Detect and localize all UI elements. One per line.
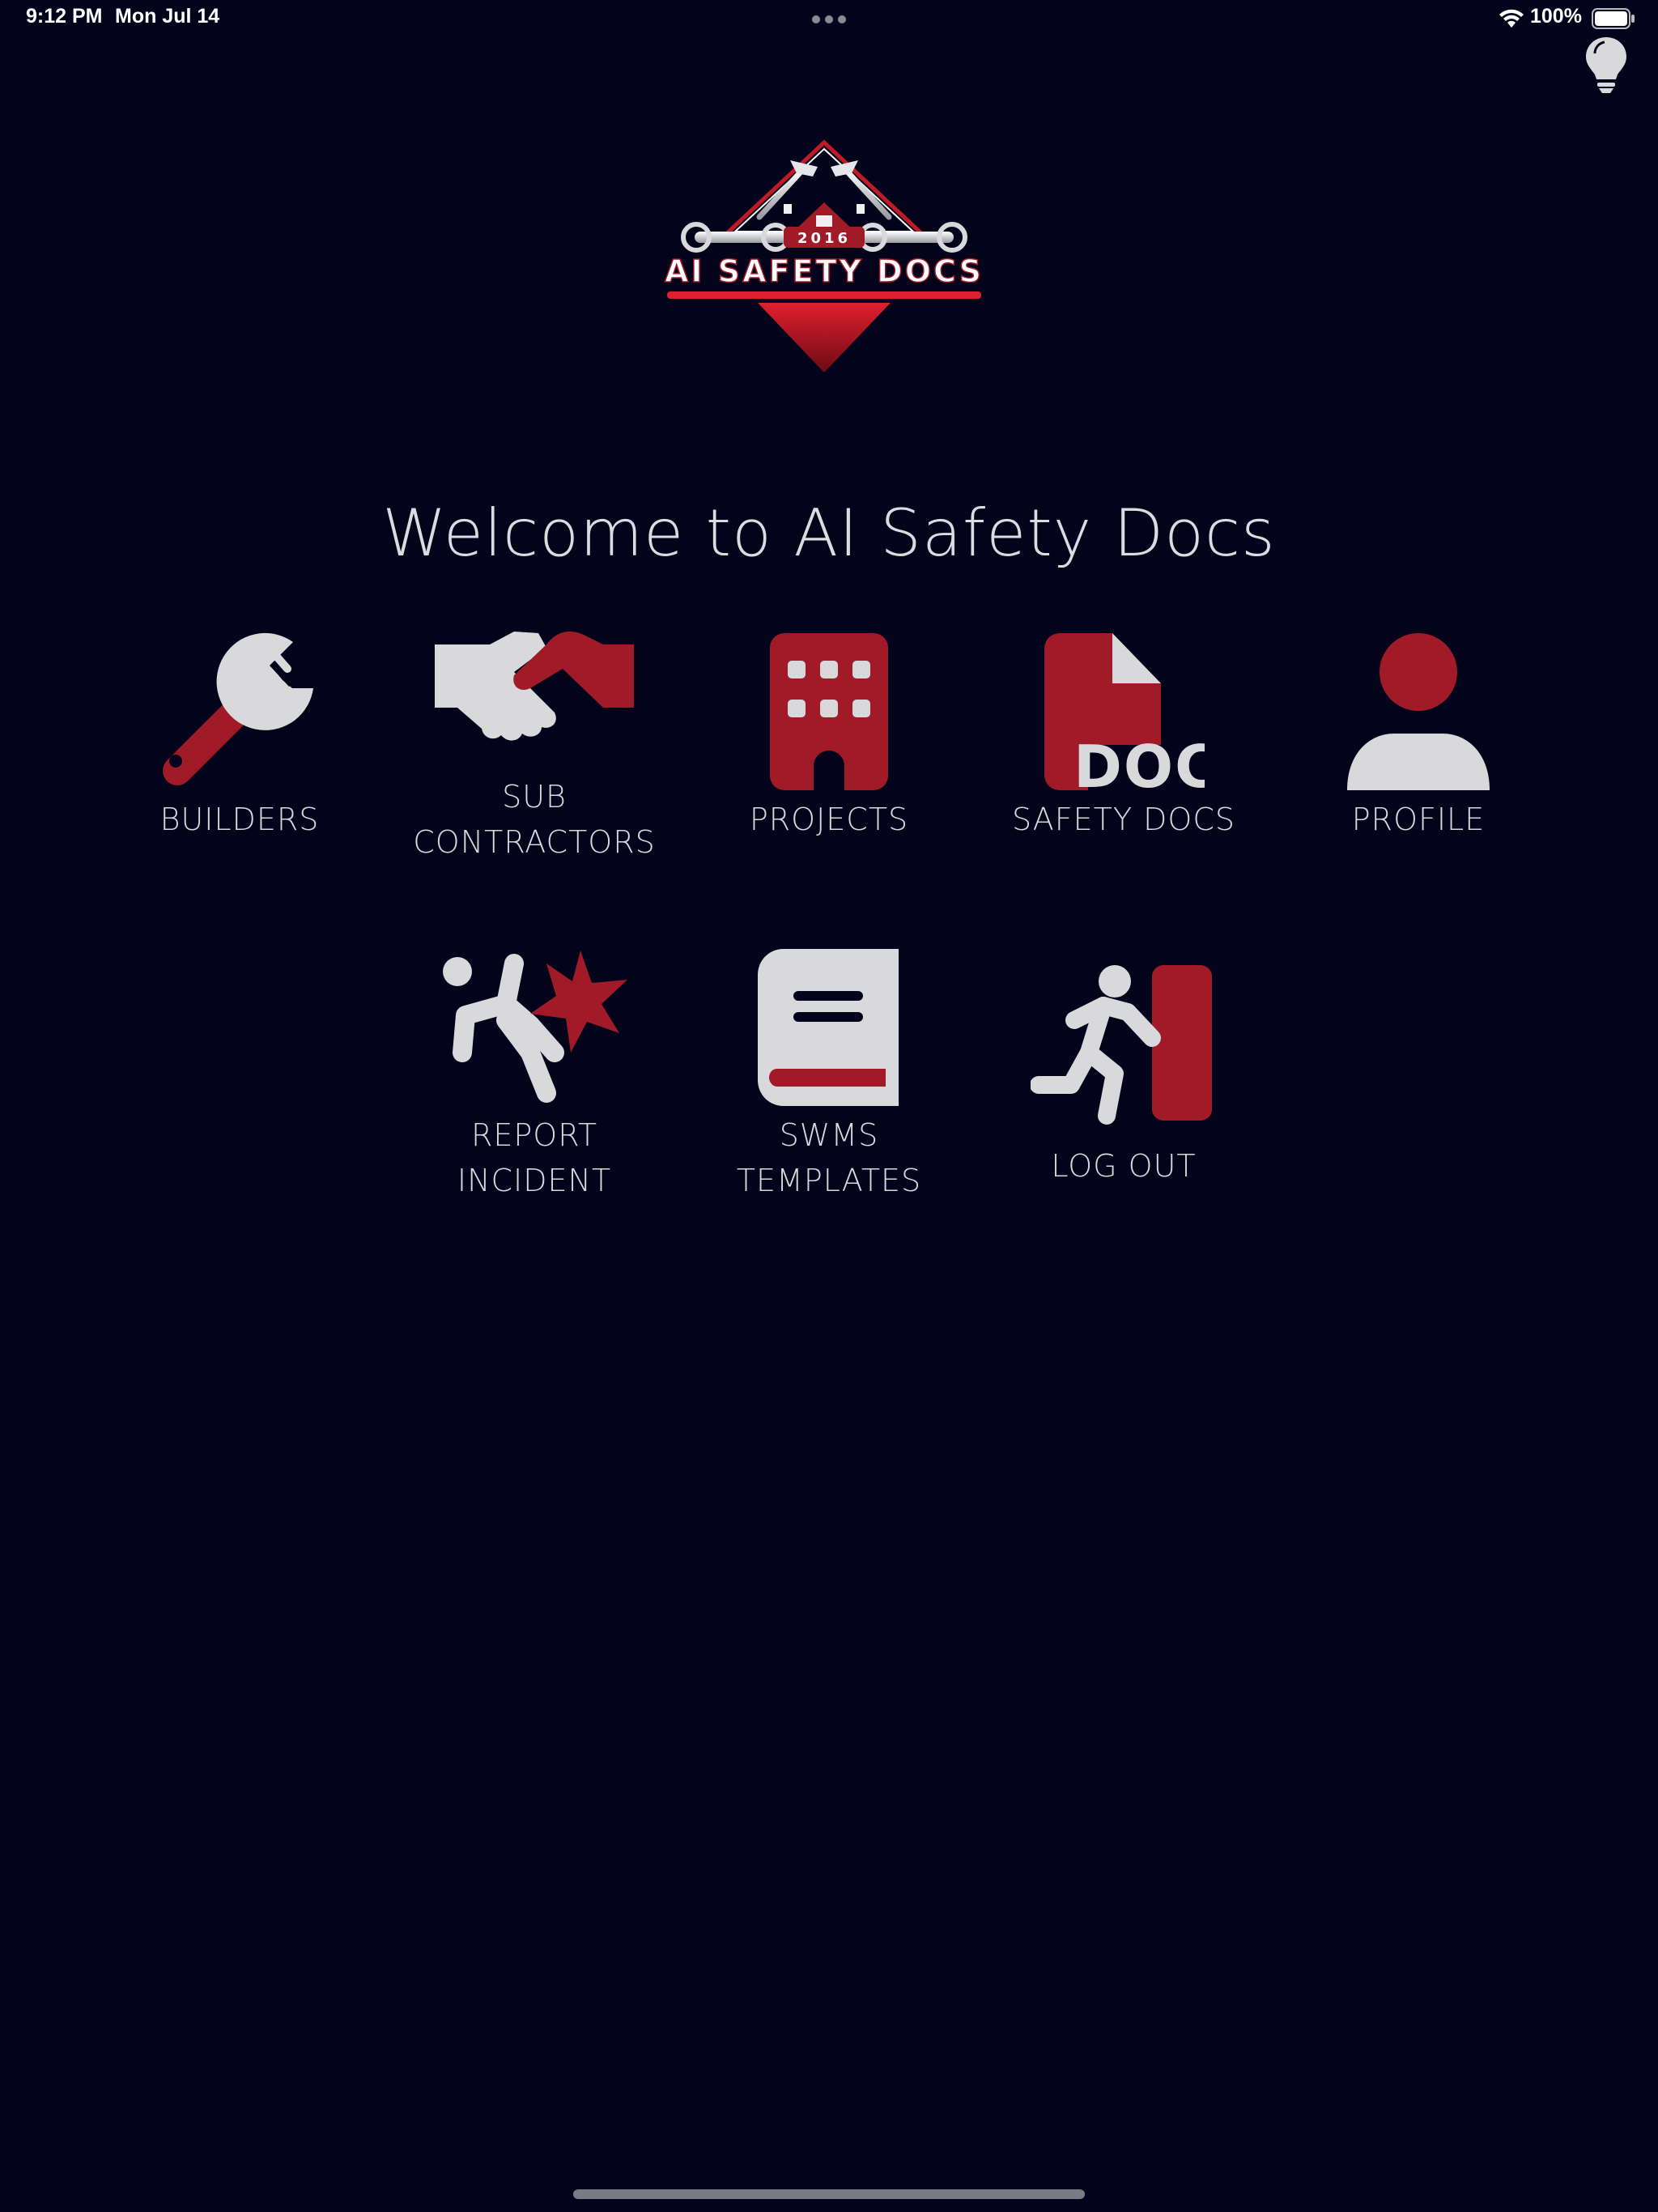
- app-logo: 2016 AI SAFETY DOCS: [664, 139, 984, 372]
- safety-docs-button[interactable]: DOC SAFETY DOCS: [986, 623, 1261, 915]
- book-icon: [758, 949, 899, 1106]
- projects-label: PROJECTS: [749, 802, 909, 837]
- person-running-exit-icon: [1031, 965, 1212, 1125]
- battery-icon: [1592, 8, 1635, 29]
- welcome-title: Welcome to AI Safety Docs: [382, 496, 1276, 571]
- wrench-icon: [163, 632, 317, 785]
- log-out-button[interactable]: LOG OUT: [986, 939, 1261, 1231]
- battery-percent: 100%: [1530, 5, 1582, 28]
- builders-button[interactable]: BUILDERS: [102, 623, 377, 915]
- logo-brand-text: AI SAFETY DOCS: [665, 253, 984, 289]
- projects-button[interactable]: PROJECTS: [691, 623, 967, 915]
- log-out-label: LOG OUT: [1051, 1148, 1197, 1184]
- wifi-icon: [1499, 9, 1524, 28]
- builders-label: BUILDERS: [159, 802, 320, 837]
- handshake-icon: [435, 632, 634, 741]
- user-icon: [1347, 633, 1490, 790]
- sub-contractors-button[interactable]: SUB CONTRACTORS: [397, 623, 672, 915]
- swms-templates-button[interactable]: SWMS TEMPLATES: [691, 939, 967, 1231]
- swms-templates-label: SWMS TEMPLATES: [736, 1117, 922, 1198]
- status-bar: 9:12 PM Mon Jul 14 100%: [0, 0, 1658, 39]
- doc-file-icon: DOC: [1044, 633, 1205, 793]
- logo-year: 2016: [797, 230, 851, 247]
- report-incident-label: REPORT INCIDENT: [457, 1117, 612, 1198]
- safety-docs-label: SAFETY DOCS: [1011, 802, 1236, 837]
- profile-label: PROFILE: [1351, 802, 1486, 837]
- profile-button[interactable]: PROFILE: [1281, 623, 1556, 915]
- home-indicator[interactable]: [573, 2189, 1085, 2199]
- more-dots-icon[interactable]: [810, 11, 848, 28]
- report-incident-button[interactable]: REPORT INCIDENT: [397, 939, 672, 1231]
- status-time: 9:12 PM: [26, 5, 103, 28]
- lightbulb-icon[interactable]: [1584, 36, 1629, 94]
- sub-contractors-label: SUB CONTRACTORS: [413, 779, 656, 860]
- status-date: Mon Jul 14: [115, 5, 220, 28]
- svg-text:DOC: DOC: [1073, 733, 1205, 793]
- person-falling-burst-icon: [443, 951, 627, 1103]
- building-icon: [770, 633, 888, 790]
